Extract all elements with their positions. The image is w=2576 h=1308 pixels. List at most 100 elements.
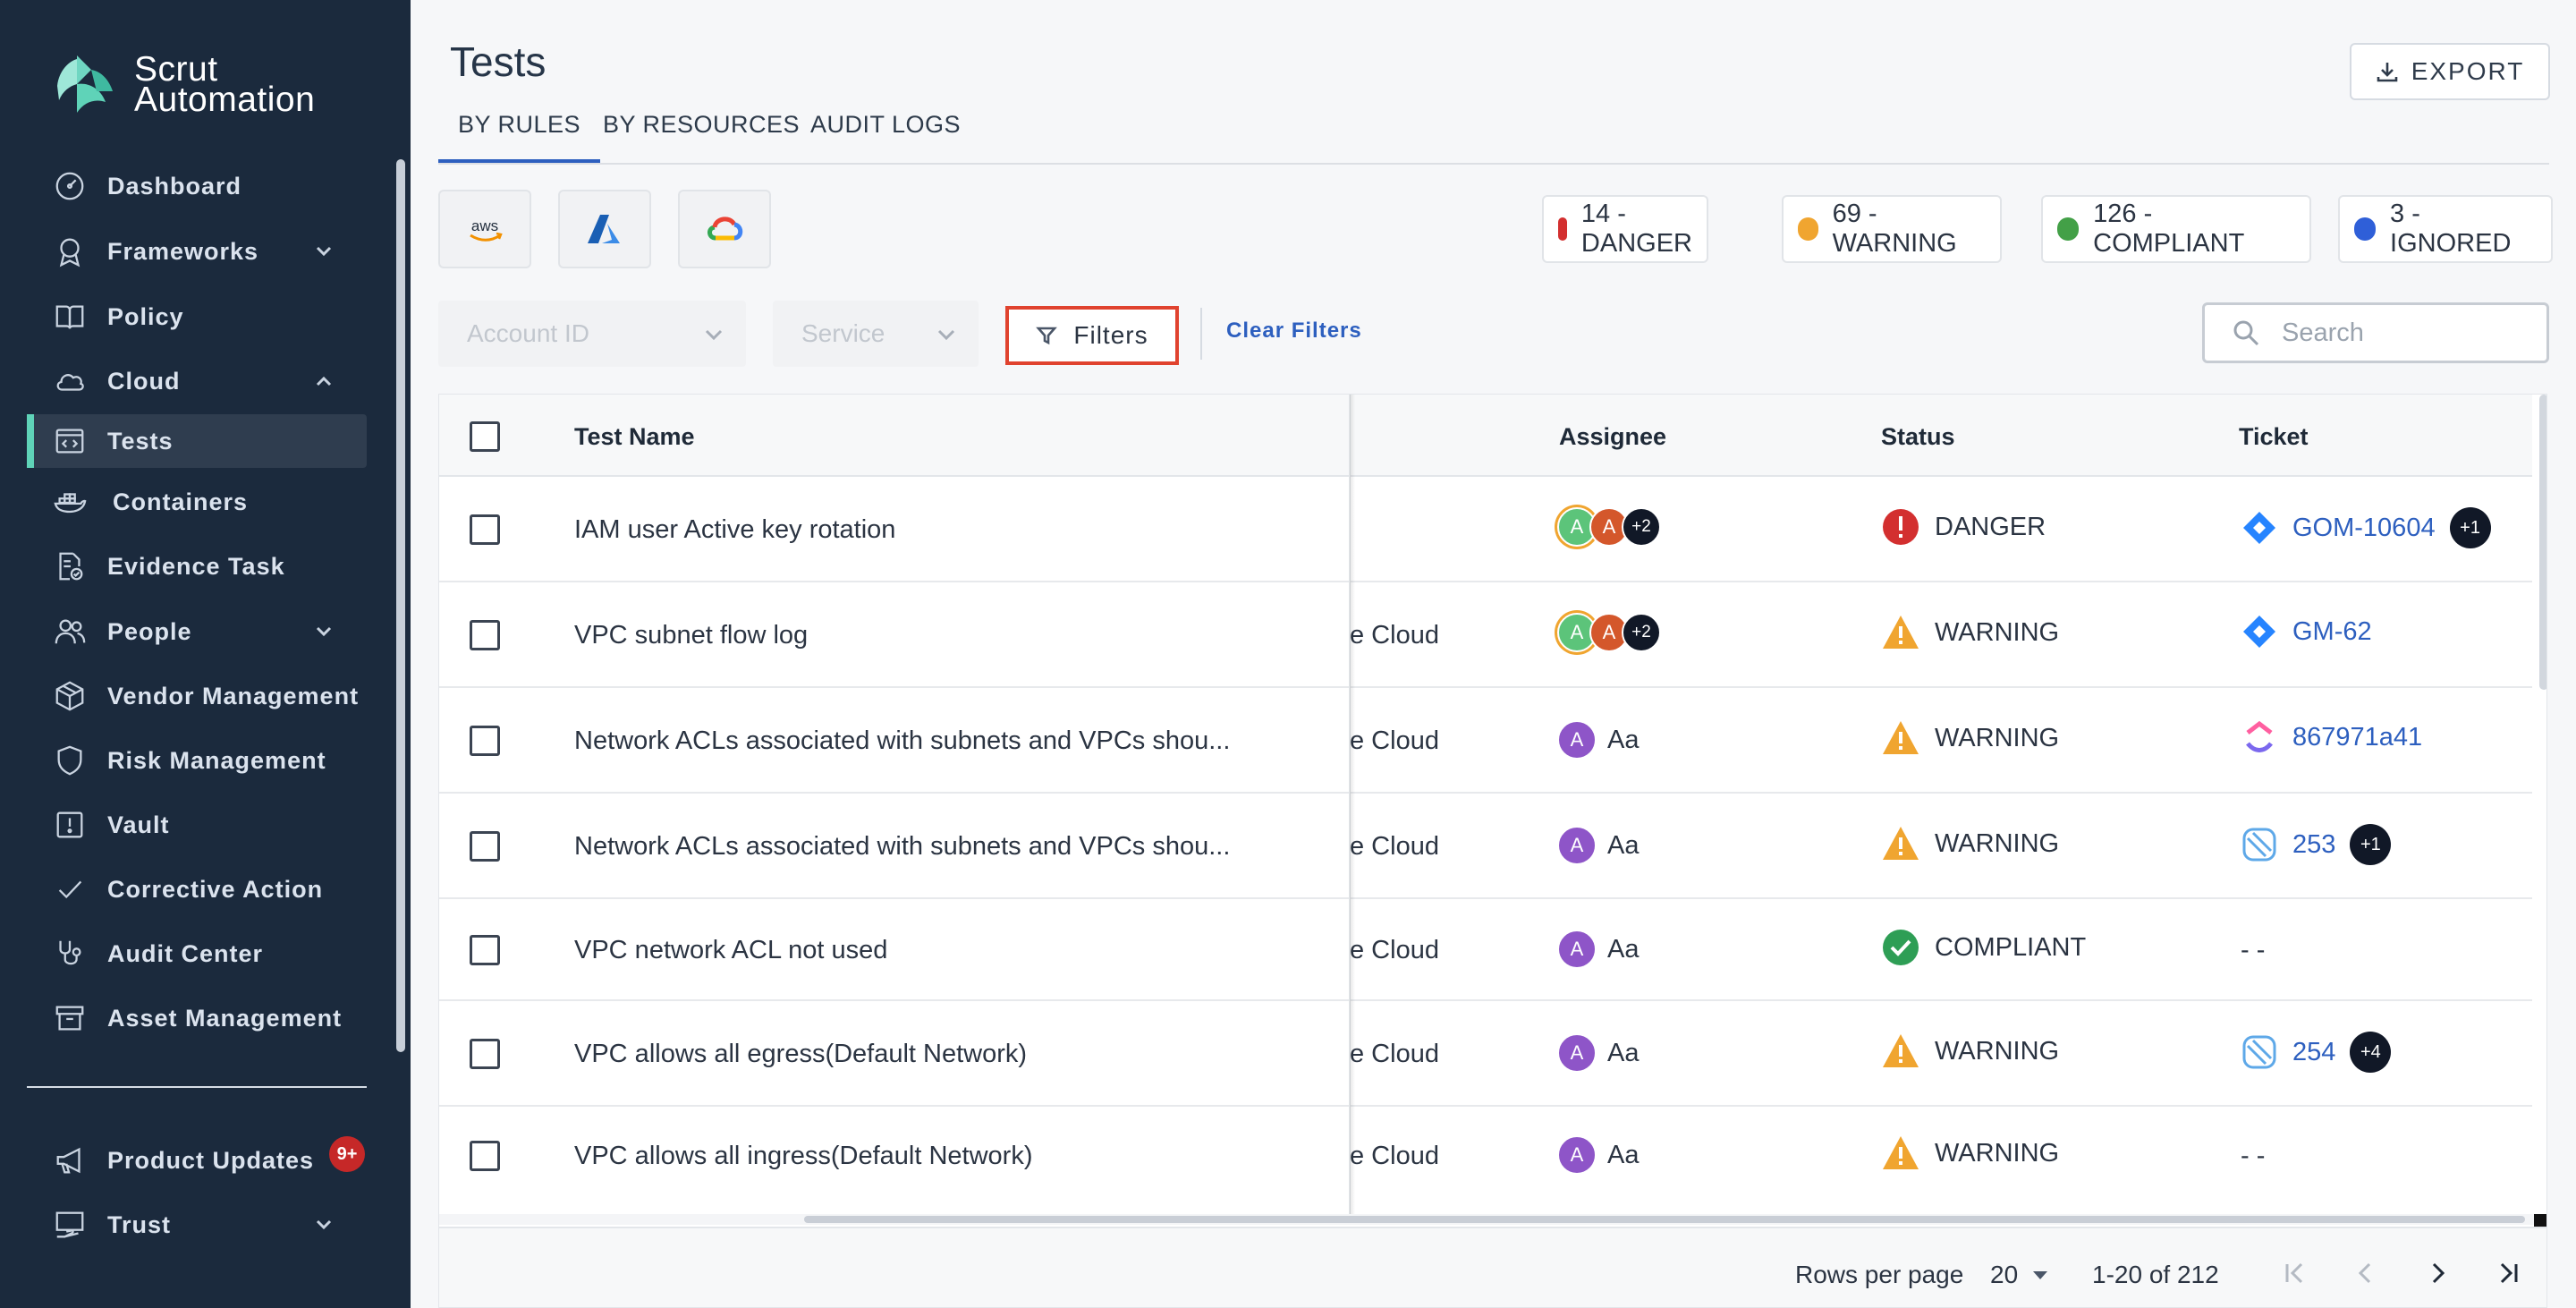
sidebar-item-label: People: [107, 617, 192, 645]
account-id-dropdown[interactable]: Account ID: [438, 301, 746, 367]
row-checkbox[interactable]: [470, 726, 500, 756]
row-checkbox[interactable]: [470, 935, 500, 965]
ticket-link[interactable]: 867971a41: [2292, 723, 2422, 752]
avatar: A: [1557, 930, 1597, 969]
sidebar-item-policy[interactable]: Policy: [27, 290, 367, 344]
last-page-icon[interactable]: [2495, 1259, 2523, 1287]
row-checkbox[interactable]: [470, 831, 500, 862]
test-name[interactable]: Network ACLs associated with subnets and…: [574, 832, 1230, 862]
table-row[interactable]: VPC allows all egress(Default Network) e…: [439, 1001, 2532, 1107]
test-name[interactable]: VPC allows all egress(Default Network): [574, 1040, 1027, 1069]
chevron-down-icon[interactable]: [313, 1214, 335, 1236]
tab-by-rules[interactable]: BY RULES: [437, 111, 601, 163]
test-name[interactable]: IAM user Active key rotation: [574, 515, 895, 545]
summary-compliant-chip[interactable]: 126 - COMPLIANT: [2041, 195, 2311, 263]
row-checkbox[interactable]: [470, 1039, 500, 1069]
column-ticket[interactable]: Ticket: [2239, 423, 2309, 451]
table-row[interactable]: VPC subnet flow log e Cloud A A +2 WARNI…: [439, 582, 2532, 688]
more-tickets-badge[interactable]: +4: [2350, 1032, 2392, 1073]
column-status[interactable]: Status: [1881, 423, 1955, 451]
test-name[interactable]: Network ACLs associated with subnets and…: [574, 726, 1230, 756]
ticket-link[interactable]: 254: [2292, 1038, 2335, 1067]
chevron-up-icon[interactable]: [313, 370, 335, 392]
first-page-icon[interactable]: [2280, 1259, 2309, 1287]
row-checkbox[interactable]: [470, 620, 500, 650]
sidebar-item-trust[interactable]: Trust: [27, 1198, 367, 1252]
assignee-group[interactable]: A A +2: [1557, 507, 1661, 547]
service-dropdown[interactable]: Service: [773, 301, 979, 367]
sidebar-item-label: Tests: [107, 427, 174, 454]
table-row[interactable]: Network ACLs associated with subnets and…: [439, 688, 2532, 794]
sidebar-item-frameworks[interactable]: Frameworks: [27, 225, 367, 278]
test-name[interactable]: VPC allows all ingress(Default Network): [574, 1142, 1033, 1171]
sidebar-item-vault[interactable]: Vault: [27, 798, 367, 852]
test-name[interactable]: VPC subnet flow log: [574, 621, 808, 650]
provider-azure-button[interactable]: [558, 190, 651, 268]
chevron-down-icon[interactable]: [313, 241, 335, 262]
brand-logo[interactable]: Scrut Automation: [50, 50, 315, 120]
tab-by-resources[interactable]: BY RESOURCES: [603, 111, 800, 163]
summary-ignored-chip[interactable]: 3 - IGNORED: [2338, 195, 2553, 263]
sidebar-item-evidence-task[interactable]: Evidence Task: [27, 539, 367, 593]
table-horizontal-scrollbar[interactable]: [804, 1216, 2525, 1223]
search-box[interactable]: [2202, 302, 2549, 363]
assignee[interactable]: A Aa: [1557, 1135, 1639, 1175]
more-tickets-badge[interactable]: +1: [2449, 507, 2491, 548]
ticket-link[interactable]: GM-62: [2292, 617, 2372, 647]
assignee[interactable]: A Aa: [1557, 720, 1639, 760]
provider-aws-button[interactable]: aws: [438, 190, 531, 268]
sidebar-scrollbar[interactable]: [396, 159, 405, 1052]
avatar: A: [1557, 1033, 1597, 1073]
sidebar-item-risk-management[interactable]: Risk Management: [27, 734, 367, 787]
status-warning: WARNING: [1881, 824, 2059, 863]
sidebar-item-dashboard[interactable]: Dashboard: [27, 159, 367, 213]
summary-warning-chip[interactable]: 69 - WARNING: [1782, 195, 2002, 263]
table-row[interactable]: Network ACLs associated with subnets and…: [439, 794, 2532, 899]
search-input[interactable]: [2282, 318, 2532, 348]
sidebar-item-cloud[interactable]: Cloud: [27, 354, 367, 408]
row-checkbox[interactable]: [470, 514, 500, 545]
azure-icon: [588, 215, 620, 243]
next-page-icon[interactable]: [2423, 1259, 2452, 1287]
assignee[interactable]: A Aa: [1557, 930, 1639, 969]
table-row[interactable]: VPC network ACL not used e Cloud A Aa CO…: [439, 899, 2532, 1001]
status-warning: WARNING: [1881, 613, 2059, 652]
export-button[interactable]: EXPORT: [2350, 43, 2550, 100]
assignee-group[interactable]: A A +2: [1557, 613, 1661, 652]
sidebar-item-containers[interactable]: Containers: [27, 475, 367, 529]
filter-separator: [1200, 308, 1202, 360]
clear-filters-link[interactable]: Clear Filters: [1226, 319, 1362, 344]
product-updates-badge: 9+: [329, 1136, 365, 1172]
column-assignee[interactable]: Assignee: [1559, 423, 1666, 451]
rows-per-page-select[interactable]: 20: [1990, 1261, 2050, 1289]
previous-page-icon[interactable]: [2351, 1259, 2380, 1287]
sidebar-item-corrective-action[interactable]: Corrective Action: [27, 862, 367, 916]
row-checkbox[interactable]: [470, 1141, 500, 1171]
summary-label: 69 - WARNING: [1832, 200, 1957, 258]
sidebar-item-label: Dashboard: [107, 172, 242, 200]
table-vertical-scrollbar[interactable]: [2539, 395, 2546, 690]
select-all-checkbox[interactable]: [470, 421, 500, 452]
summary-danger-chip[interactable]: 14 - DANGER: [1542, 195, 1708, 263]
sidebar-item-tests[interactable]: Tests: [27, 414, 367, 468]
sidebar-item-asset-management[interactable]: Asset Management: [27, 991, 367, 1045]
summary-label: 3 - IGNORED: [2390, 200, 2512, 258]
column-test-name[interactable]: Test Name: [574, 423, 695, 451]
filters-button[interactable]: Filters: [1005, 306, 1179, 365]
assignee[interactable]: A Aa: [1557, 1033, 1639, 1073]
chevron-down-icon[interactable]: [313, 621, 335, 642]
sidebar-item-people[interactable]: People: [27, 605, 367, 658]
ticket-link[interactable]: GOM-10604: [2292, 514, 2436, 543]
warning-icon: [1883, 721, 1919, 754]
test-name[interactable]: VPC network ACL not used: [574, 936, 887, 965]
sidebar-item-vendor-management[interactable]: Vendor Management: [27, 669, 367, 723]
ticket-link[interactable]: 253: [2292, 830, 2335, 860]
tab-audit-logs[interactable]: AUDIT LOGS: [810, 111, 961, 163]
table-row[interactable]: IAM user Active key rotation A A +2 DANG…: [439, 477, 2532, 582]
assignee[interactable]: A Aa: [1557, 826, 1639, 865]
sidebar-item-audit-center[interactable]: Audit Center: [27, 927, 367, 981]
sidebar-item-product-updates[interactable]: Product Updates: [27, 1134, 367, 1187]
table-row[interactable]: VPC allows all ingress(Default Network) …: [439, 1107, 2532, 1214]
more-tickets-badge[interactable]: +1: [2350, 824, 2392, 865]
provider-gcp-button[interactable]: [678, 190, 771, 268]
